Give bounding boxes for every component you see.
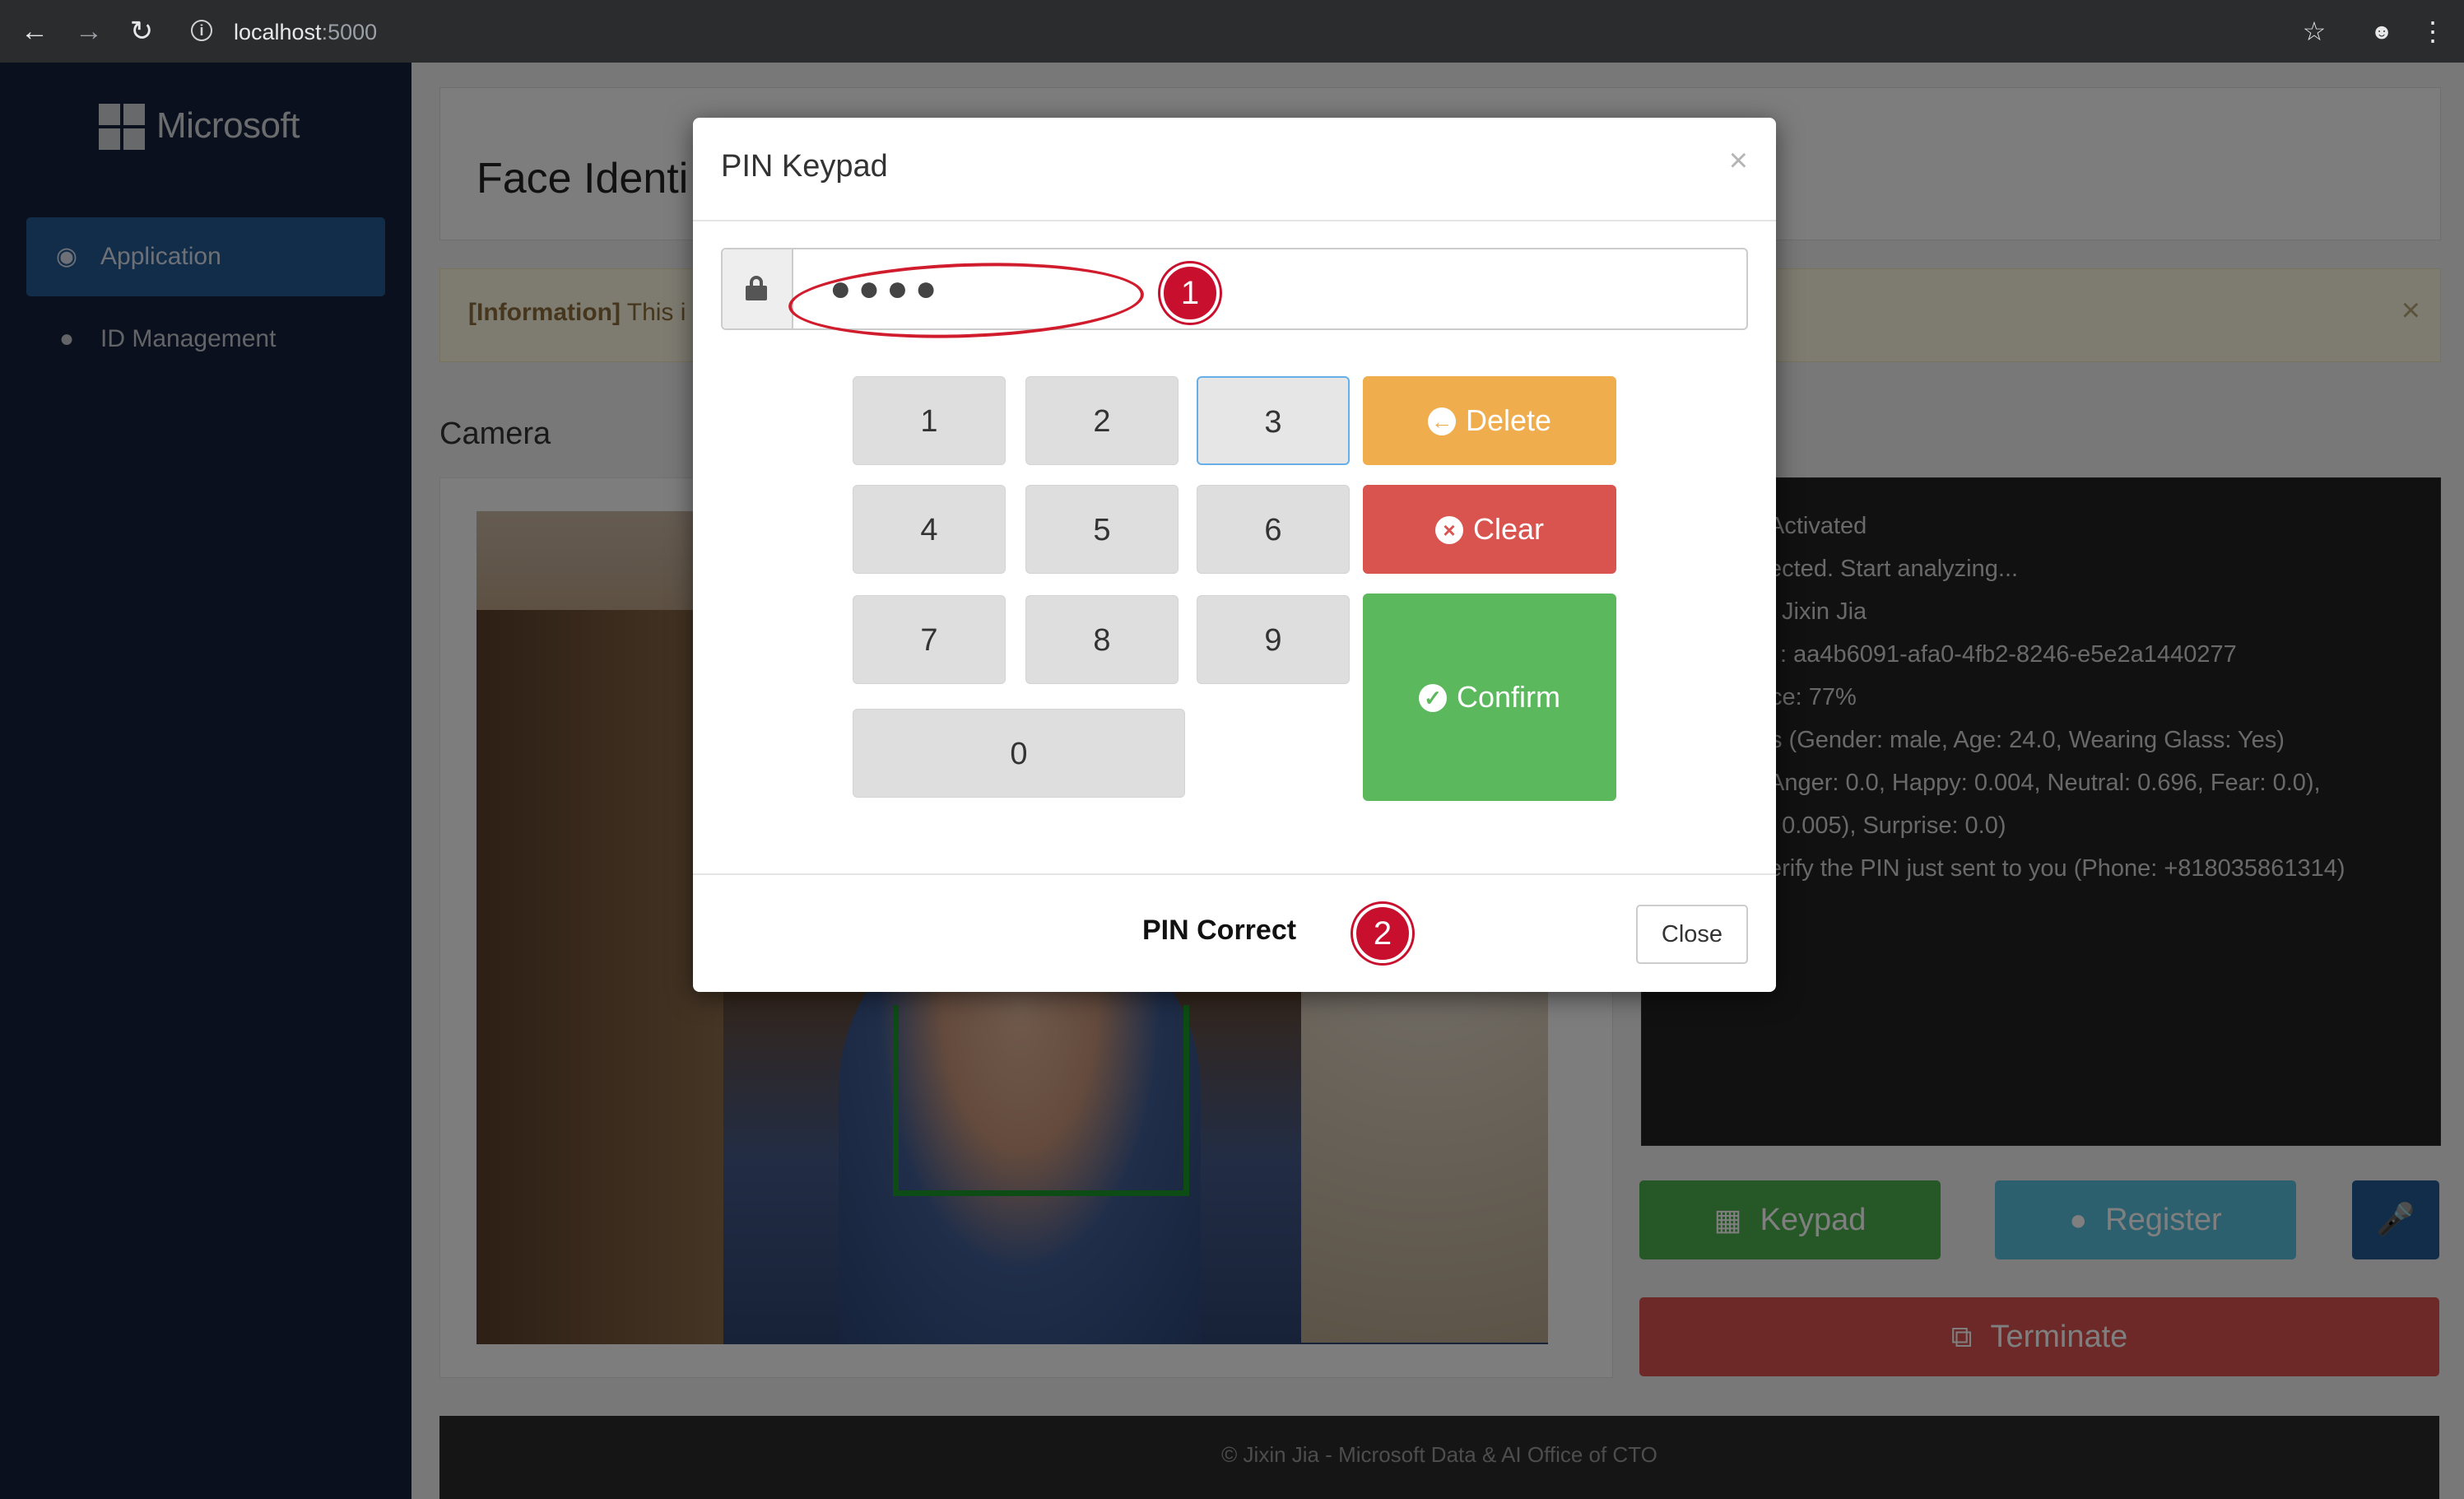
- key-5[interactable]: 5: [1025, 485, 1179, 574]
- forward-arrow-icon[interactable]: →: [72, 15, 105, 48]
- key-1[interactable]: 1: [853, 376, 1006, 465]
- lock-icon: [746, 276, 767, 300]
- clear-button[interactable]: × Clear: [1363, 485, 1616, 574]
- incognito-icon[interactable]: ☻: [2364, 13, 2400, 49]
- reload-icon[interactable]: ↻: [125, 15, 158, 48]
- confirm-button-label: Confirm: [1456, 680, 1561, 714]
- kebab-menu-icon[interactable]: ⋮: [2415, 13, 2451, 49]
- delete-button-label: Delete: [1465, 403, 1552, 437]
- key-7[interactable]: 7: [853, 595, 1006, 684]
- modal-title: PIN Keypad: [721, 149, 888, 184]
- back-arrow-icon[interactable]: ←: [18, 15, 51, 48]
- address-bar[interactable]: localhost:5000: [234, 16, 377, 49]
- key-8[interactable]: 8: [1025, 595, 1179, 684]
- key-6[interactable]: 6: [1197, 485, 1350, 574]
- modal-header-divider: [693, 220, 1776, 221]
- annotation-badge-1: 1: [1160, 263, 1220, 323]
- circle-arrow-left-icon: ←: [1427, 407, 1456, 435]
- delete-button[interactable]: ← Delete: [1363, 376, 1616, 465]
- url-port: :5000: [321, 20, 378, 44]
- key-0[interactable]: 0: [853, 709, 1185, 798]
- modal-footer-divider: [693, 873, 1776, 875]
- pin-keypad-modal: PIN Keypad × ●●●● 1 2 3 4 5 6 7 8 9 0 ← D…: [693, 118, 1776, 992]
- star-icon[interactable]: ☆: [2296, 13, 2332, 49]
- pin-status-text: PIN Correct: [1142, 915, 1297, 946]
- clear-button-label: Clear: [1472, 512, 1545, 546]
- key-3[interactable]: 3: [1197, 376, 1350, 465]
- confirm-button[interactable]: ✓ Confirm: [1363, 594, 1616, 801]
- pin-input-addon: [723, 249, 793, 328]
- key-2[interactable]: 2: [1025, 376, 1179, 465]
- key-4[interactable]: 4: [853, 485, 1006, 574]
- close-button[interactable]: Close: [1636, 905, 1748, 964]
- circle-check-icon: ✓: [1418, 684, 1447, 712]
- annotation-badge-2: 2: [1353, 904, 1412, 963]
- browser-toolbar: ← → ↻ i localhost:5000 ☆ ☻ ⋮: [0, 0, 2464, 63]
- key-9[interactable]: 9: [1197, 595, 1350, 684]
- url-host: localhost: [234, 20, 322, 44]
- circle-x-icon: ×: [1434, 516, 1463, 544]
- site-info-icon[interactable]: i: [191, 20, 212, 41]
- modal-close-icon[interactable]: ×: [1729, 142, 1748, 179]
